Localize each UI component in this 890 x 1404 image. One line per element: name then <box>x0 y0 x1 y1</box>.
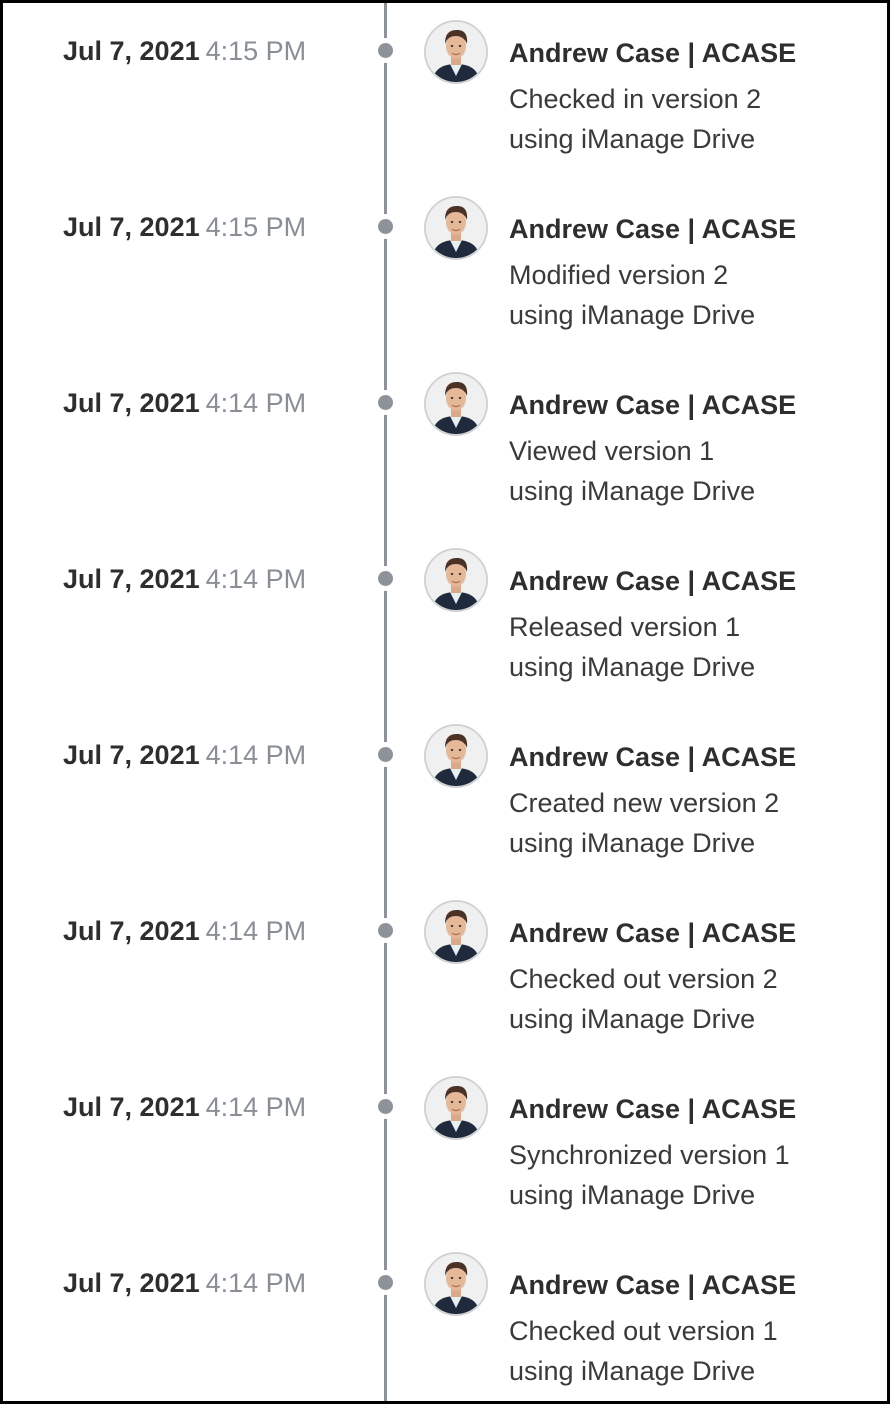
entry-date: Jul 7, 2021 <box>63 740 200 770</box>
entry-user[interactable]: Andrew Case | ACASE <box>509 561 879 601</box>
user-avatar-icon[interactable] <box>424 900 488 964</box>
timeline-dot-fill <box>378 219 393 234</box>
entry-user[interactable]: Andrew Case | ACASE <box>509 1089 879 1129</box>
entry-date: Jul 7, 2021 <box>63 1268 200 1298</box>
timeline-entry: Jul 7, 2021 4:14 PM Andrew Case | ACASE C… <box>3 883 887 1059</box>
entry-time: 4:14 PM <box>205 1268 307 1298</box>
timeline-dot-icon <box>373 566 398 591</box>
entry-timestamp: Jul 7, 2021 4:15 PM <box>63 31 306 71</box>
entry-timestamp: Jul 7, 2021 4:14 PM <box>63 559 306 599</box>
entry-date: Jul 7, 2021 <box>63 916 200 946</box>
entry-time: 4:15 PM <box>205 212 307 242</box>
user-avatar-icon[interactable] <box>424 196 488 260</box>
timeline-entries: Jul 7, 2021 4:15 PM Andrew Case | ACASE C… <box>3 3 887 1401</box>
entry-time: 4:14 PM <box>205 740 307 770</box>
entry-time: 4:14 PM <box>205 388 307 418</box>
timeline-dot-icon <box>373 1094 398 1119</box>
user-avatar-icon[interactable] <box>424 724 488 788</box>
avatar-portrait <box>426 550 486 610</box>
entry-action: Released version 1 <box>509 612 741 642</box>
entry-details: Andrew Case | ACASE Checked out version … <box>509 913 879 1039</box>
entry-user[interactable]: Andrew Case | ACASE <box>509 913 879 953</box>
avatar-portrait <box>426 726 486 786</box>
entry-action: Checked out version 2 <box>509 964 778 994</box>
entry-user[interactable]: Andrew Case | ACASE <box>509 385 879 425</box>
entry-timestamp: Jul 7, 2021 4:14 PM <box>63 1087 306 1127</box>
entry-via: using iManage Drive <box>509 476 756 506</box>
timeline-dot-icon <box>373 742 398 767</box>
entry-action: Checked out version 1 <box>509 1316 778 1346</box>
timeline-dot-fill <box>378 1099 393 1114</box>
entry-user[interactable]: Andrew Case | ACASE <box>509 209 879 249</box>
timeline-dot-fill <box>378 923 393 938</box>
entry-details: Andrew Case | ACASE Released version 1 u… <box>509 561 879 687</box>
user-avatar-icon[interactable] <box>424 372 488 436</box>
entry-timestamp: Jul 7, 2021 4:14 PM <box>63 911 306 951</box>
entry-details: Andrew Case | ACASE Synchronized version… <box>509 1089 879 1215</box>
entry-via: using iManage Drive <box>509 1004 756 1034</box>
entry-action: Created new version 2 <box>509 788 780 818</box>
user-avatar-icon[interactable] <box>424 1252 488 1316</box>
timeline-dot-icon <box>373 918 398 943</box>
timeline-dot-fill <box>378 747 393 762</box>
timeline-dot-fill <box>378 1275 393 1290</box>
entry-user[interactable]: Andrew Case | ACASE <box>509 1265 879 1305</box>
timeline-entry: Jul 7, 2021 4:14 PM Andrew Case | ACASE R… <box>3 531 887 707</box>
entry-date: Jul 7, 2021 <box>63 388 200 418</box>
entry-action: Checked in version 2 <box>509 84 762 114</box>
timeline-dot-icon <box>373 38 398 63</box>
avatar-portrait <box>426 374 486 434</box>
entry-action: Modified version 2 <box>509 260 729 290</box>
entry-timestamp: Jul 7, 2021 4:15 PM <box>63 207 306 247</box>
entry-date: Jul 7, 2021 <box>63 1092 200 1122</box>
timeline-dot-fill <box>378 395 393 410</box>
entry-details: Andrew Case | ACASE Modified version 2 u… <box>509 209 879 335</box>
entry-user[interactable]: Andrew Case | ACASE <box>509 737 879 777</box>
timeline-entry: Jul 7, 2021 4:14 PM Andrew Case | ACASE C… <box>3 1235 887 1401</box>
timeline-entry: Jul 7, 2021 4:15 PM Andrew Case | ACASE C… <box>3 3 887 179</box>
entry-timestamp: Jul 7, 2021 4:14 PM <box>63 383 306 423</box>
timeline-entry: Jul 7, 2021 4:14 PM Andrew Case | ACASE V… <box>3 355 887 531</box>
entry-timestamp: Jul 7, 2021 4:14 PM <box>63 735 306 775</box>
entry-details: Andrew Case | ACASE Created new version … <box>509 737 879 863</box>
entry-via: using iManage Drive <box>509 828 756 858</box>
entry-timestamp: Jul 7, 2021 4:14 PM <box>63 1263 306 1303</box>
entry-details: Andrew Case | ACASE Viewed version 1 usi… <box>509 385 879 511</box>
entry-via: using iManage Drive <box>509 300 756 330</box>
entry-via: using iManage Drive <box>509 652 756 682</box>
timeline-dot-fill <box>378 43 393 58</box>
entry-time: 4:14 PM <box>205 1092 307 1122</box>
avatar-portrait <box>426 1078 486 1138</box>
entry-time: 4:14 PM <box>205 564 307 594</box>
timeline-entry: Jul 7, 2021 4:15 PM Andrew Case | ACASE M… <box>3 179 887 355</box>
entry-user[interactable]: Andrew Case | ACASE <box>509 33 879 73</box>
entry-action: Synchronized version 1 <box>509 1140 790 1170</box>
timeline-entry: Jul 7, 2021 4:14 PM Andrew Case | ACASE C… <box>3 707 887 883</box>
entry-action: Viewed version 1 <box>509 436 715 466</box>
timeline-dot-fill <box>378 571 393 586</box>
user-avatar-icon[interactable] <box>424 548 488 612</box>
activity-timeline-panel: Jul 7, 2021 4:15 PM Andrew Case | ACASE C… <box>0 0 890 1404</box>
entry-time: 4:14 PM <box>205 916 307 946</box>
timeline-dot-icon <box>373 1270 398 1295</box>
entry-date: Jul 7, 2021 <box>63 36 200 66</box>
avatar-portrait <box>426 22 486 82</box>
entry-details: Andrew Case | ACASE Checked out version … <box>509 1265 879 1391</box>
entry-date: Jul 7, 2021 <box>63 212 200 242</box>
timeline-dot-icon <box>373 214 398 239</box>
entry-time: 4:15 PM <box>205 36 307 66</box>
entry-via: using iManage Drive <box>509 1180 756 1210</box>
entry-date: Jul 7, 2021 <box>63 564 200 594</box>
avatar-portrait <box>426 1254 486 1314</box>
entry-via: using iManage Drive <box>509 1356 756 1386</box>
avatar-portrait <box>426 902 486 962</box>
avatar-portrait <box>426 198 486 258</box>
entry-via: using iManage Drive <box>509 124 756 154</box>
user-avatar-icon[interactable] <box>424 20 488 84</box>
timeline-entry: Jul 7, 2021 4:14 PM Andrew Case | ACASE S… <box>3 1059 887 1235</box>
entry-details: Andrew Case | ACASE Checked in version 2… <box>509 33 879 159</box>
user-avatar-icon[interactable] <box>424 1076 488 1140</box>
timeline-dot-icon <box>373 390 398 415</box>
